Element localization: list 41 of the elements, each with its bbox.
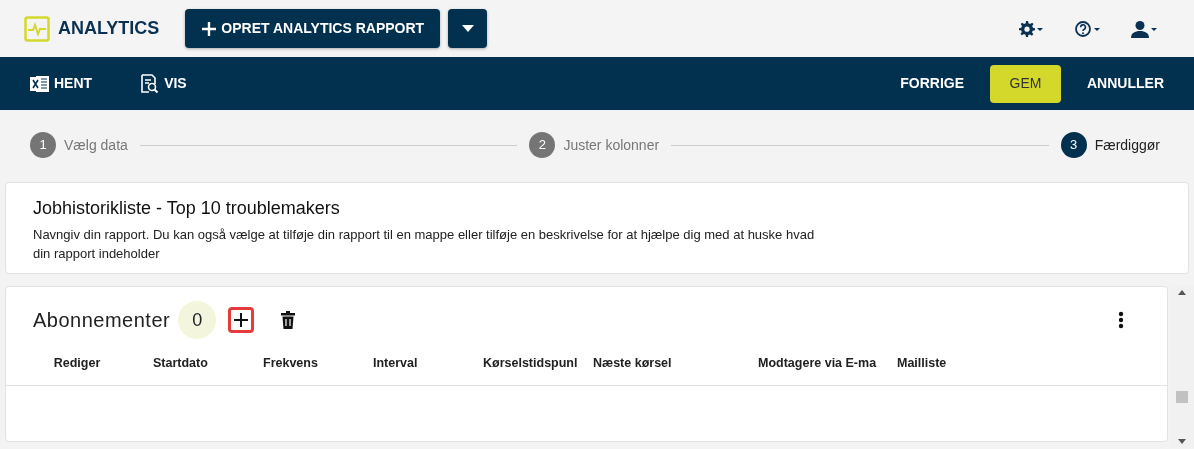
step-label[interactable]: Juster kolonner (563, 134, 660, 156)
scroll-up-icon (1178, 290, 1186, 295)
plus-icon (234, 313, 249, 327)
column-header[interactable]: Frekvens (258, 341, 368, 385)
column-header[interactable]: Startdato (148, 341, 258, 385)
report-description: Navngiv din rapport. Du kan også vælge at tilføje din rapport til en mappe eller tilføje en beskrivelse for at hjælpe dig med at huske hvad din rapport indeholder (33, 226, 816, 263)
scroll-down-icon (1178, 439, 1186, 444)
app-title: ANALYTICS (58, 17, 160, 40)
caret-icon (461, 25, 474, 32)
document-search-icon (140, 73, 161, 94)
settings-icon[interactable] (1017, 19, 1044, 38)
more-options-icon[interactable] (1118, 311, 1124, 329)
toolbar-button[interactable]: FORRIGE (890, 64, 974, 103)
user-icon[interactable] (1131, 19, 1158, 38)
plus-icon (201, 20, 218, 37)
step-label[interactable]: Færdiggør (1094, 134, 1160, 156)
create-report-button[interactable]: OPRET ANALYTICS RAPPORT (185, 9, 441, 48)
step-number[interactable]: 1 (30, 132, 56, 158)
column-header[interactable]: Næste kørsel (588, 341, 753, 385)
scroll-thumb[interactable] (1176, 391, 1188, 403)
toolbar-button[interactable]: ANNULLER (1077, 64, 1174, 103)
column-header[interactable]: Kørselstidspunl (478, 341, 588, 385)
toolbar-button[interactable]: VIS (130, 64, 197, 103)
trash-icon[interactable] (281, 311, 296, 329)
toolbar-button[interactable]: HENT (20, 64, 103, 103)
step-label[interactable]: Vælg data (64, 134, 128, 156)
excel-icon (30, 73, 50, 94)
subscriptions-title: Abonnementer (33, 308, 171, 333)
save-button[interactable]: GEM (990, 64, 1061, 103)
step-number[interactable]: 3 (1060, 132, 1087, 158)
add-button[interactable] (228, 307, 255, 333)
dropdown-button[interactable] (448, 9, 488, 48)
column-header[interactable]: Modtagere via E-ma (753, 341, 892, 385)
column-header[interactable]: Mailliste (892, 341, 1030, 385)
report-title: Jobhistorikliste - Top 10 troublemakers (33, 197, 341, 220)
step-number[interactable]: 2 (529, 132, 556, 158)
count-badge: 0 (178, 301, 217, 339)
column-header[interactable]: Rediger (6, 341, 148, 385)
help-icon[interactable] (1074, 19, 1101, 38)
pulse-logo-icon (24, 15, 50, 42)
column-header[interactable]: Interval (368, 341, 478, 385)
